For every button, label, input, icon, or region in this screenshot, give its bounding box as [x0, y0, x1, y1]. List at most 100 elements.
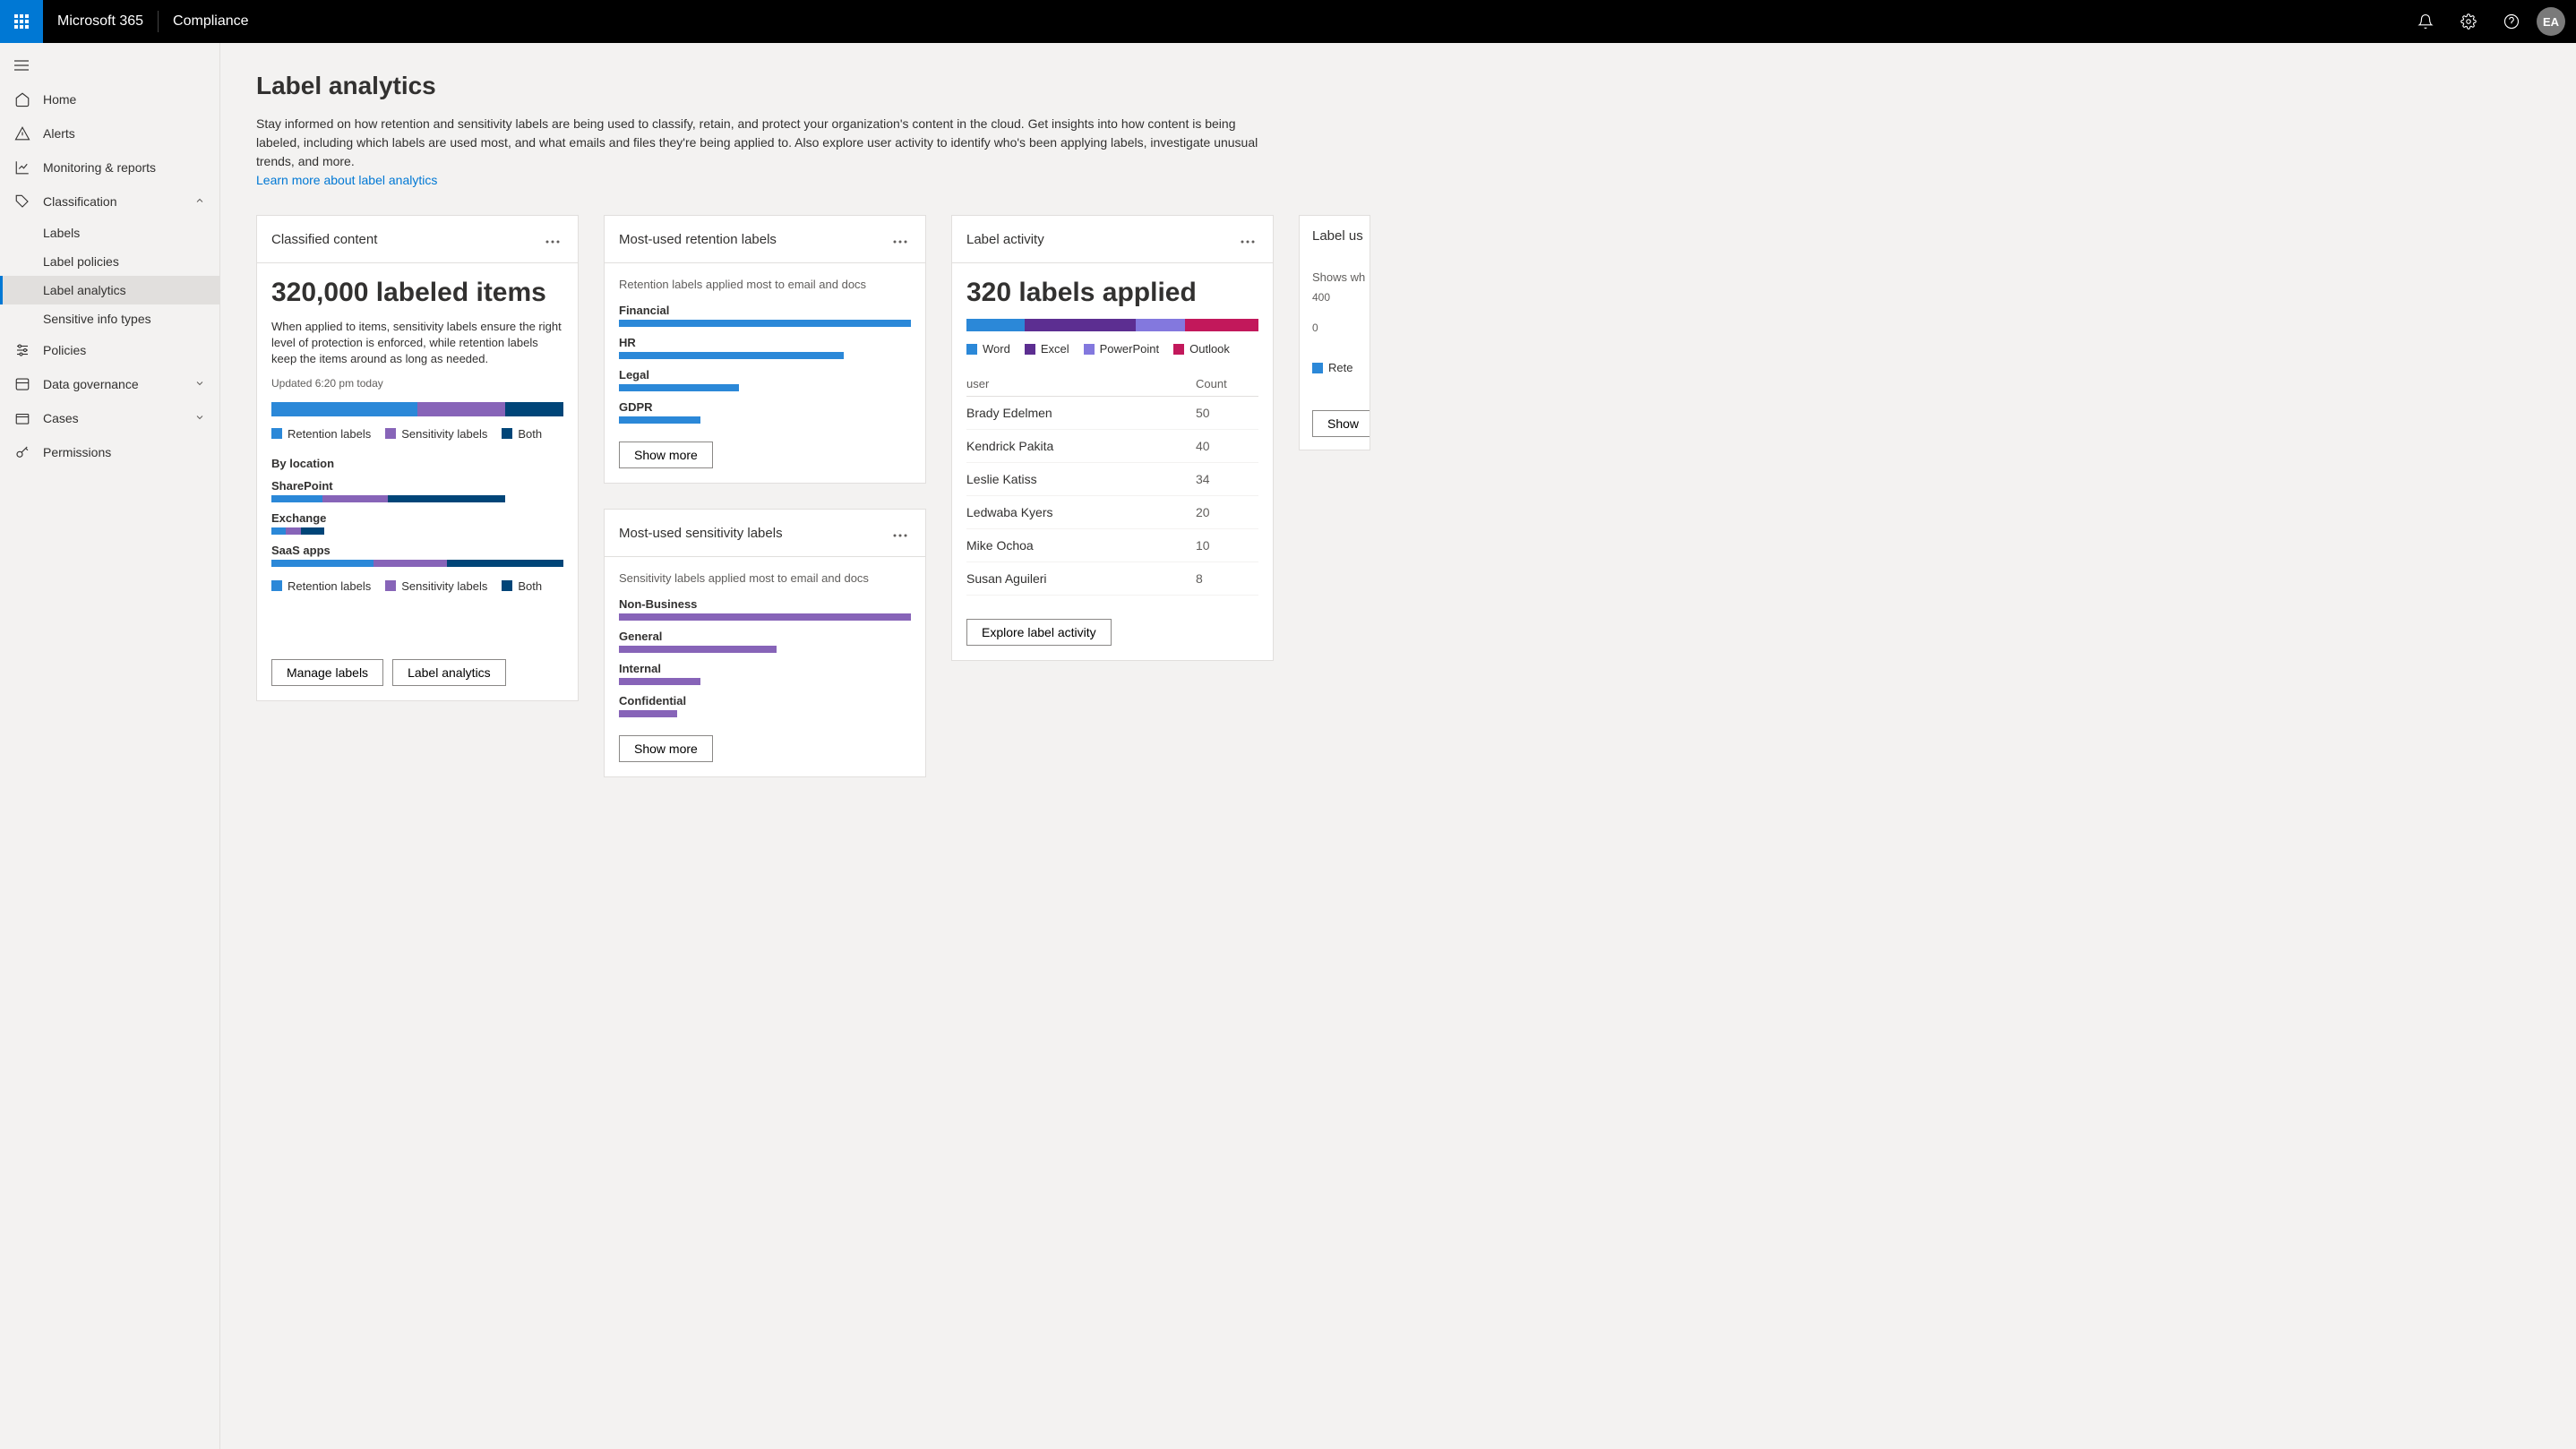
card-menu-button[interactable]	[542, 228, 563, 250]
legend-label: Rete	[1328, 361, 1352, 374]
legend-item-partial: Rete	[1312, 361, 1370, 374]
card-title: Most-used retention labels	[619, 232, 777, 247]
swatch	[966, 344, 977, 355]
legend-item: Sensitivity labels	[385, 579, 487, 593]
table-row[interactable]: Leslie Katiss34	[966, 463, 1258, 496]
table-row[interactable]: Kendrick Pakita40	[966, 430, 1258, 463]
table-row[interactable]: Ledwaba Kyers20	[966, 496, 1258, 529]
bar-segment-retention	[271, 402, 417, 416]
legend-label: PowerPoint	[1100, 342, 1159, 356]
sidebar-sub-label-analytics[interactable]: Label analytics	[0, 276, 219, 304]
sidebar-item-classification[interactable]: Classification	[0, 184, 219, 219]
chevron-down-icon	[194, 377, 205, 391]
sidebar-item-home[interactable]: Home	[0, 82, 219, 116]
label-analytics-button[interactable]: Label analytics	[392, 659, 506, 686]
th-user: user	[966, 377, 1196, 390]
legend-label: Both	[518, 427, 542, 441]
sidebar-label: Alerts	[43, 126, 75, 141]
sidebar-sub-sensitive-info[interactable]: Sensitive info types	[0, 304, 219, 333]
bar-segment-outlook	[1185, 319, 1258, 331]
table-row[interactable]: Mike Ochoa10	[966, 529, 1258, 562]
axis-tick: 400	[1312, 291, 1370, 304]
retention-row: Legal	[619, 368, 911, 391]
retention-row: Financial	[619, 304, 911, 327]
bar	[619, 678, 700, 685]
top-bar: Microsoft 365 Compliance EA	[0, 0, 2576, 43]
settings-button[interactable]	[2451, 4, 2486, 39]
labeled-items-stat: 320,000 labeled items	[271, 278, 563, 308]
bar-label: Confidential	[619, 694, 911, 707]
swatch	[502, 428, 512, 439]
key-icon	[14, 444, 30, 460]
td-user: Ledwaba Kyers	[966, 505, 1196, 519]
td-count: 20	[1196, 505, 1258, 519]
card-title: Classified content	[271, 232, 377, 247]
legend-label: Sensitivity labels	[401, 579, 487, 593]
card-menu-button[interactable]	[889, 522, 911, 544]
gear-icon	[2460, 13, 2477, 30]
card-description: When applied to items, sensitivity label…	[271, 319, 563, 368]
sidebar-item-alerts[interactable]: Alerts	[0, 116, 219, 150]
sidebar-item-monitoring[interactable]: Monitoring & reports	[0, 150, 219, 184]
swatch	[502, 580, 512, 591]
sensitivity-row: General	[619, 630, 911, 653]
sidebar-item-permissions[interactable]: Permissions	[0, 435, 219, 469]
user-avatar[interactable]: EA	[2537, 7, 2565, 36]
card-title: Label activity	[966, 232, 1044, 247]
legend-label: Retention labels	[288, 427, 371, 441]
chart-icon	[14, 159, 30, 176]
help-icon	[2503, 13, 2520, 30]
nav-toggle[interactable]	[0, 50, 219, 82]
retention-row: GDPR	[619, 400, 911, 424]
hamburger-icon	[14, 60, 29, 71]
folder-icon	[14, 410, 30, 426]
table-row[interactable]: Brady Edelmen50	[966, 397, 1258, 430]
swatch	[1173, 344, 1184, 355]
card-menu-button[interactable]	[1237, 228, 1258, 250]
legend-item: PowerPoint	[1084, 342, 1159, 356]
sidebar-label: Home	[43, 92, 76, 107]
card-sensitivity-labels: Most-used sensitivity labels Sensitivity…	[604, 509, 926, 777]
swatch	[385, 580, 396, 591]
partial-subtext: Shows wh	[1312, 270, 1370, 284]
th-count: Count	[1196, 377, 1258, 390]
card-classified-content: Classified content 320,000 labeled items…	[256, 215, 579, 701]
location-bar	[271, 527, 324, 535]
card-menu-button[interactable]	[889, 228, 911, 250]
help-button[interactable]	[2494, 4, 2529, 39]
table-row[interactable]: Susan Aguileri8	[966, 562, 1258, 596]
more-icon	[545, 240, 560, 244]
sidebar-sub-label-policies[interactable]: Label policies	[0, 247, 219, 276]
legend-item: Retention labels	[271, 427, 371, 441]
show-more-partial-button[interactable]: Show	[1312, 410, 1370, 437]
bar	[619, 416, 700, 424]
sidebar-item-data-governance[interactable]: Data governance	[0, 367, 219, 401]
sidebar-item-cases[interactable]: Cases	[0, 401, 219, 435]
more-icon	[893, 240, 907, 244]
card-subtext: Sensitivity labels applied most to email…	[619, 571, 911, 585]
alert-icon	[14, 125, 30, 141]
sidebar-sub-labels[interactable]: Labels	[0, 219, 219, 247]
sliders-icon	[14, 342, 30, 358]
td-user: Mike Ochoa	[966, 538, 1196, 553]
sidebar-label: Monitoring & reports	[43, 160, 156, 175]
legend-item: Outlook	[1173, 342, 1230, 356]
notifications-button[interactable]	[2408, 4, 2443, 39]
learn-more-link[interactable]: Learn more about label analytics	[256, 173, 437, 187]
sidebar-item-policies[interactable]: Policies	[0, 333, 219, 367]
legend-item: Sensitivity labels	[385, 427, 487, 441]
explore-activity-button[interactable]: Explore label activity	[966, 619, 1112, 646]
swatch	[271, 428, 282, 439]
legend-label: Outlook	[1189, 342, 1230, 356]
show-more-button[interactable]: Show more	[619, 735, 713, 762]
manage-labels-button[interactable]: Manage labels	[271, 659, 383, 686]
location-bar	[271, 495, 505, 502]
by-location-heading: By location	[271, 457, 563, 470]
show-more-button[interactable]: Show more	[619, 442, 713, 468]
page-description: Stay informed on how retention and sensi…	[256, 115, 1277, 190]
location-label: SaaS apps	[271, 544, 563, 557]
app-launcher[interactable]	[0, 0, 43, 43]
sidebar-label: Permissions	[43, 445, 111, 459]
sidebar-label: Policies	[43, 343, 86, 357]
swatch	[385, 428, 396, 439]
